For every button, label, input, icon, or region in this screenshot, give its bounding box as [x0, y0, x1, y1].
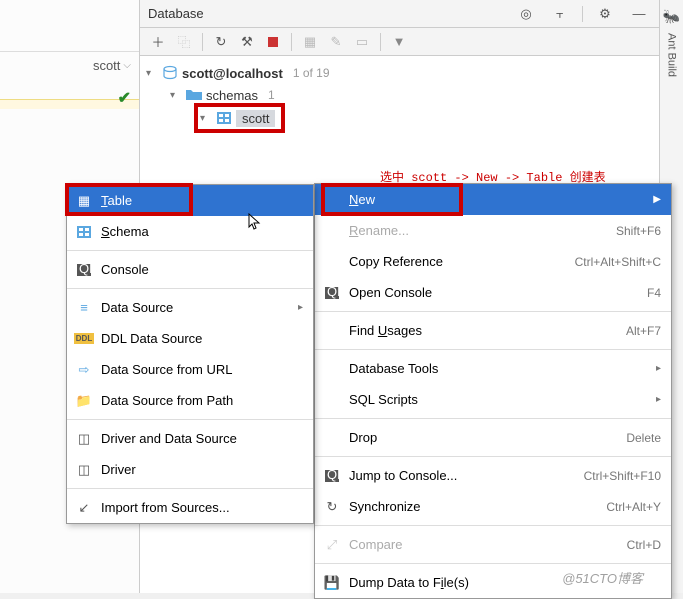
minimize-icon[interactable]: — [627, 2, 651, 26]
menu-new-schema[interactable]: Schema [67, 216, 313, 247]
panel-title: Database [148, 6, 204, 21]
collapse-icon[interactable]: ⫟ [548, 2, 572, 26]
tree-scott[interactable]: ▾ scott [194, 106, 657, 130]
menu-new-driver-ds[interactable]: ◫ Driver and Data Source [67, 423, 313, 454]
target-icon[interactable]: ◎ [514, 2, 538, 26]
watermark: @51CTO博客 [562, 568, 643, 587]
svg-text:QL: QL [327, 287, 339, 299]
menu-new-ddl-datasource[interactable]: DDL DDL Data Source [67, 323, 313, 354]
chevron-down-icon: ⌵ [123, 60, 131, 71]
filter-button[interactable]: ▼ [387, 30, 411, 54]
chevron-right-icon: ▶ [653, 194, 661, 205]
cursor-icon [248, 213, 262, 231]
menu-database-tools[interactable]: Database Tools ▸ [315, 353, 671, 384]
schema-icon [75, 226, 93, 238]
stop-button[interactable] [261, 30, 285, 54]
import-icon: ↙ [75, 500, 93, 516]
menu-open-console[interactable]: QL Open Console F4 [315, 277, 671, 308]
chevron-right-icon: ▸ [656, 394, 661, 405]
sync-icon: ↻ [323, 499, 341, 515]
menu-import-sources[interactable]: ↙ Import from Sources... [67, 492, 313, 523]
menu-compare[interactable]: ⤢ Compare Ctrl+D [315, 529, 671, 560]
console-icon: QL [323, 287, 341, 299]
context-menu-main: New ▶ Rename... Shift+F6 Copy Reference … [314, 183, 672, 599]
menu-jump-console[interactable]: QL Jump to Console... Ctrl+Shift+F10 [315, 460, 671, 491]
menu-new[interactable]: New ▶ [315, 184, 671, 215]
url-icon: ⇨ [75, 362, 93, 378]
menu-new-table[interactable]: ▦ Table [67, 185, 313, 216]
chevron-right-icon[interactable]: ▾ [200, 113, 212, 124]
menu-sql-scripts[interactable]: SQL Scripts ▸ [315, 384, 671, 415]
schema-icon [216, 112, 232, 124]
menu-drop[interactable]: Drop Delete [315, 422, 671, 453]
edit-button[interactable]: ✎ [324, 30, 348, 54]
ant-build-label[interactable]: Ant Build [666, 33, 678, 77]
menu-new-driver[interactable]: ◫ Driver [67, 454, 313, 485]
menu-find-usages[interactable]: Find Usages Alt+F7 [315, 315, 671, 346]
table-icon: ▦ [75, 193, 93, 209]
add-button[interactable]: ＋ [146, 30, 170, 54]
chevron-down-icon[interactable]: ▾ [146, 68, 158, 79]
folder-icon [186, 89, 202, 101]
svg-text:QL: QL [79, 264, 91, 276]
tree-root[interactable]: ▾ scott@localhost 1 of 19 [142, 62, 657, 84]
refresh-button[interactable]: ↻ [209, 30, 233, 54]
menu-synchronize[interactable]: ↻ Synchronize Ctrl+Alt+Y [315, 491, 671, 522]
console-icon: QL [323, 470, 341, 482]
svg-text:QL: QL [327, 470, 339, 482]
table-button[interactable]: ▦ [298, 30, 322, 54]
folder-icon: 📁 [75, 393, 93, 409]
panel-header: Database ◎ ⫟ ⚙ — [140, 0, 659, 28]
toolbar: ＋ ⿻ ↻ ⚒ ▦ ✎ ▭ ▼ [140, 28, 659, 56]
menu-new-datasource-url[interactable]: ⇨ Data Source from URL [67, 354, 313, 385]
menu-new-datasource[interactable]: ≡ Data Source ▸ [67, 292, 313, 323]
chevron-down-icon[interactable]: ▾ [170, 90, 182, 101]
menu-new-datasource-path[interactable]: 📁 Data Source from Path [67, 385, 313, 416]
chevron-right-icon: ▸ [656, 363, 661, 374]
check-icon: ✔ [118, 88, 131, 108]
menu-copy-reference[interactable]: Copy Reference Ctrl+Alt+Shift+C [315, 246, 671, 277]
context-menu-new: ▦ Table Schema QL Console ≡ Data Source … [66, 184, 314, 524]
console-icon: QL [75, 264, 93, 276]
gear-icon[interactable]: ⚙ [593, 2, 617, 26]
database-icon [162, 65, 178, 81]
ddl-icon: DDL [75, 333, 93, 344]
menu-new-console[interactable]: QL Console [67, 254, 313, 285]
database-icon: ≡ [75, 300, 93, 315]
scott-branch-label[interactable]: scott ⌵ [0, 52, 139, 79]
driver-ds-icon: ◫ [75, 431, 93, 447]
driver-icon: ◫ [75, 462, 93, 478]
sync-button[interactable]: ⚒ [235, 30, 259, 54]
copy-button[interactable]: ⿻ [172, 30, 196, 54]
ant-icon[interactable]: 🐜 [663, 8, 680, 25]
save-icon: 💾 [323, 575, 341, 591]
console-button[interactable]: ▭ [350, 30, 374, 54]
chevron-right-icon: ▸ [298, 302, 303, 313]
menu-rename[interactable]: Rename... Shift+F6 [315, 215, 671, 246]
compare-icon: ⤢ [323, 537, 341, 553]
